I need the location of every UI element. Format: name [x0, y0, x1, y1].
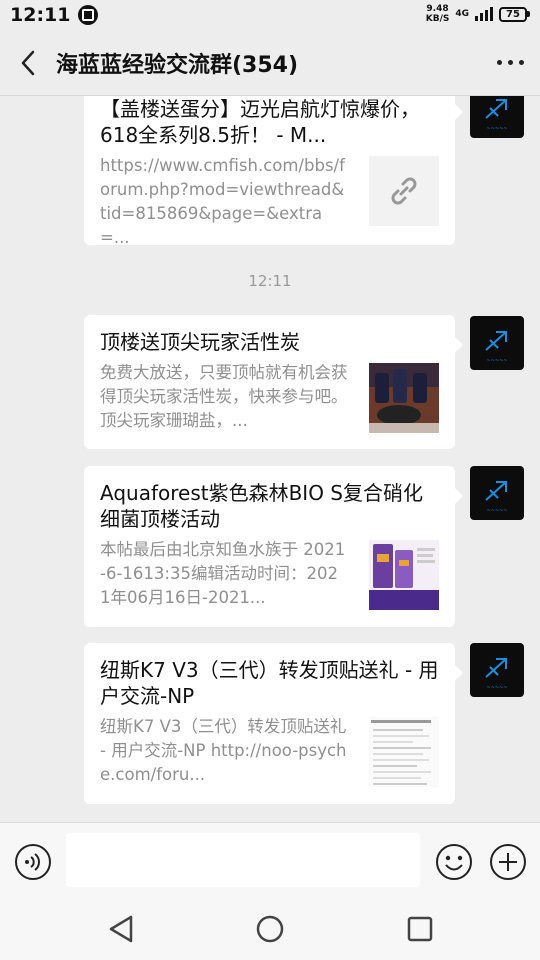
link-message-card[interactable]: 顶楼送顶尖玩家活性炭 免费大放送，只要顶帖就有机会获得顶尖玩家活性炭，快来参与吧…	[84, 315, 463, 449]
chevron-left-icon	[21, 50, 35, 75]
status-time: 12:11	[10, 4, 71, 26]
avatar[interactable]: ~~~~~	[470, 316, 524, 370]
svg-text:~~~~~: ~~~~~	[487, 685, 508, 691]
input-bar	[0, 822, 540, 898]
avatar[interactable]: ~~~~~	[470, 466, 524, 520]
status-bar: 12:11 9.48 KB/S 4G 75	[0, 0, 540, 30]
avatar[interactable]: ~~~~~	[470, 96, 524, 138]
chat-message-list[interactable]: 【盖楼送蛋分】迈光启航灯惊爆价，618全系列8.5折！ - M... https…	[0, 96, 540, 822]
network-speed-unit: KB/S	[425, 14, 450, 24]
message-description: https://www.cmfish.com/bbs/forum.php?mod…	[100, 156, 345, 247]
aquaforest-product-image	[369, 540, 439, 610]
webpage-screenshot-image	[369, 717, 439, 787]
nav-back-button[interactable]	[104, 912, 138, 946]
circle-home-icon	[256, 915, 284, 943]
message-title: Aquaforest紫色森林BIO S复合硝化细菌顶楼活动	[100, 481, 423, 531]
message-input[interactable]	[66, 833, 420, 887]
link-message-card[interactable]: Aquaforest紫色森林BIO S复合硝化细菌顶楼活动 本帖最后由北京知鱼水…	[84, 466, 463, 627]
svg-text:~~~~~: ~~~~~	[487, 358, 508, 364]
message-description: 本帖最后由北京知鱼水族于 2021-6-1613:35编辑活动时间：2021年0…	[100, 540, 346, 607]
status-right-group: 9.48 KB/S 4G 75	[426, 4, 530, 24]
network-type: 4G	[455, 9, 469, 19]
nav-recent-apps-button[interactable]	[403, 912, 437, 946]
message-description: 纽斯K7 V3（三代）转发顶贴送礼 - 用户交流-NP http://noo-p…	[100, 717, 347, 784]
message-title: 【盖楼送蛋分】迈光启航灯惊爆价，618全系列8.5折！ - M...	[100, 97, 420, 147]
activated-carbon-product-image	[369, 363, 439, 433]
voice-icon	[15, 844, 51, 880]
more-options-button[interactable]	[480, 30, 540, 96]
message-description: 免费大放送，只要顶帖就有机会获得顶尖玩家活性炭，快来参与吧。顶尖玩家珊瑚盐，..…	[100, 363, 348, 430]
square-recents-icon	[407, 916, 433, 942]
link-message-card[interactable]: 纽斯K7 V3（三代）转发顶贴送礼 - 用户交流-NP 纽斯K7 V3（三代）转…	[84, 643, 463, 804]
voice-input-button[interactable]	[14, 843, 52, 881]
system-navigation-bar	[0, 898, 540, 960]
battery-icon: 75	[499, 6, 530, 22]
svg-text:~~~~~: ~~~~~	[487, 508, 508, 514]
emoji-icon	[436, 844, 472, 880]
avatar[interactable]: ~~~~~	[470, 643, 524, 697]
battery-level: 75	[499, 6, 527, 22]
plus-icon	[490, 844, 526, 880]
link-icon	[369, 156, 439, 226]
chat-header: 海蓝蓝经验交流群(354)	[0, 30, 540, 96]
nav-home-button[interactable]	[253, 912, 287, 946]
emoji-button[interactable]	[435, 843, 473, 881]
back-button[interactable]	[0, 30, 56, 96]
message-title: 顶楼送顶尖玩家活性炭	[100, 330, 300, 354]
chat-title: 海蓝蓝经验交流群(354)	[56, 52, 299, 78]
triangle-back-icon	[109, 915, 133, 943]
more-functions-button[interactable]	[489, 843, 527, 881]
signal-icon	[475, 7, 493, 21]
svg-text:~~~~~: ~~~~~	[487, 126, 508, 132]
network-speed: 9.48 KB/S	[426, 4, 450, 24]
network-speed-value: 9.48	[426, 4, 449, 14]
link-message-card[interactable]: 【盖楼送蛋分】迈光启航灯惊爆价，618全系列8.5折！ - M... https…	[84, 96, 463, 247]
message-title: 纽斯K7 V3（三代）转发顶贴送礼 - 用户交流-NP	[100, 658, 439, 708]
message-timestamp: 12:11	[248, 272, 292, 290]
notification-app-icon	[78, 5, 99, 25]
